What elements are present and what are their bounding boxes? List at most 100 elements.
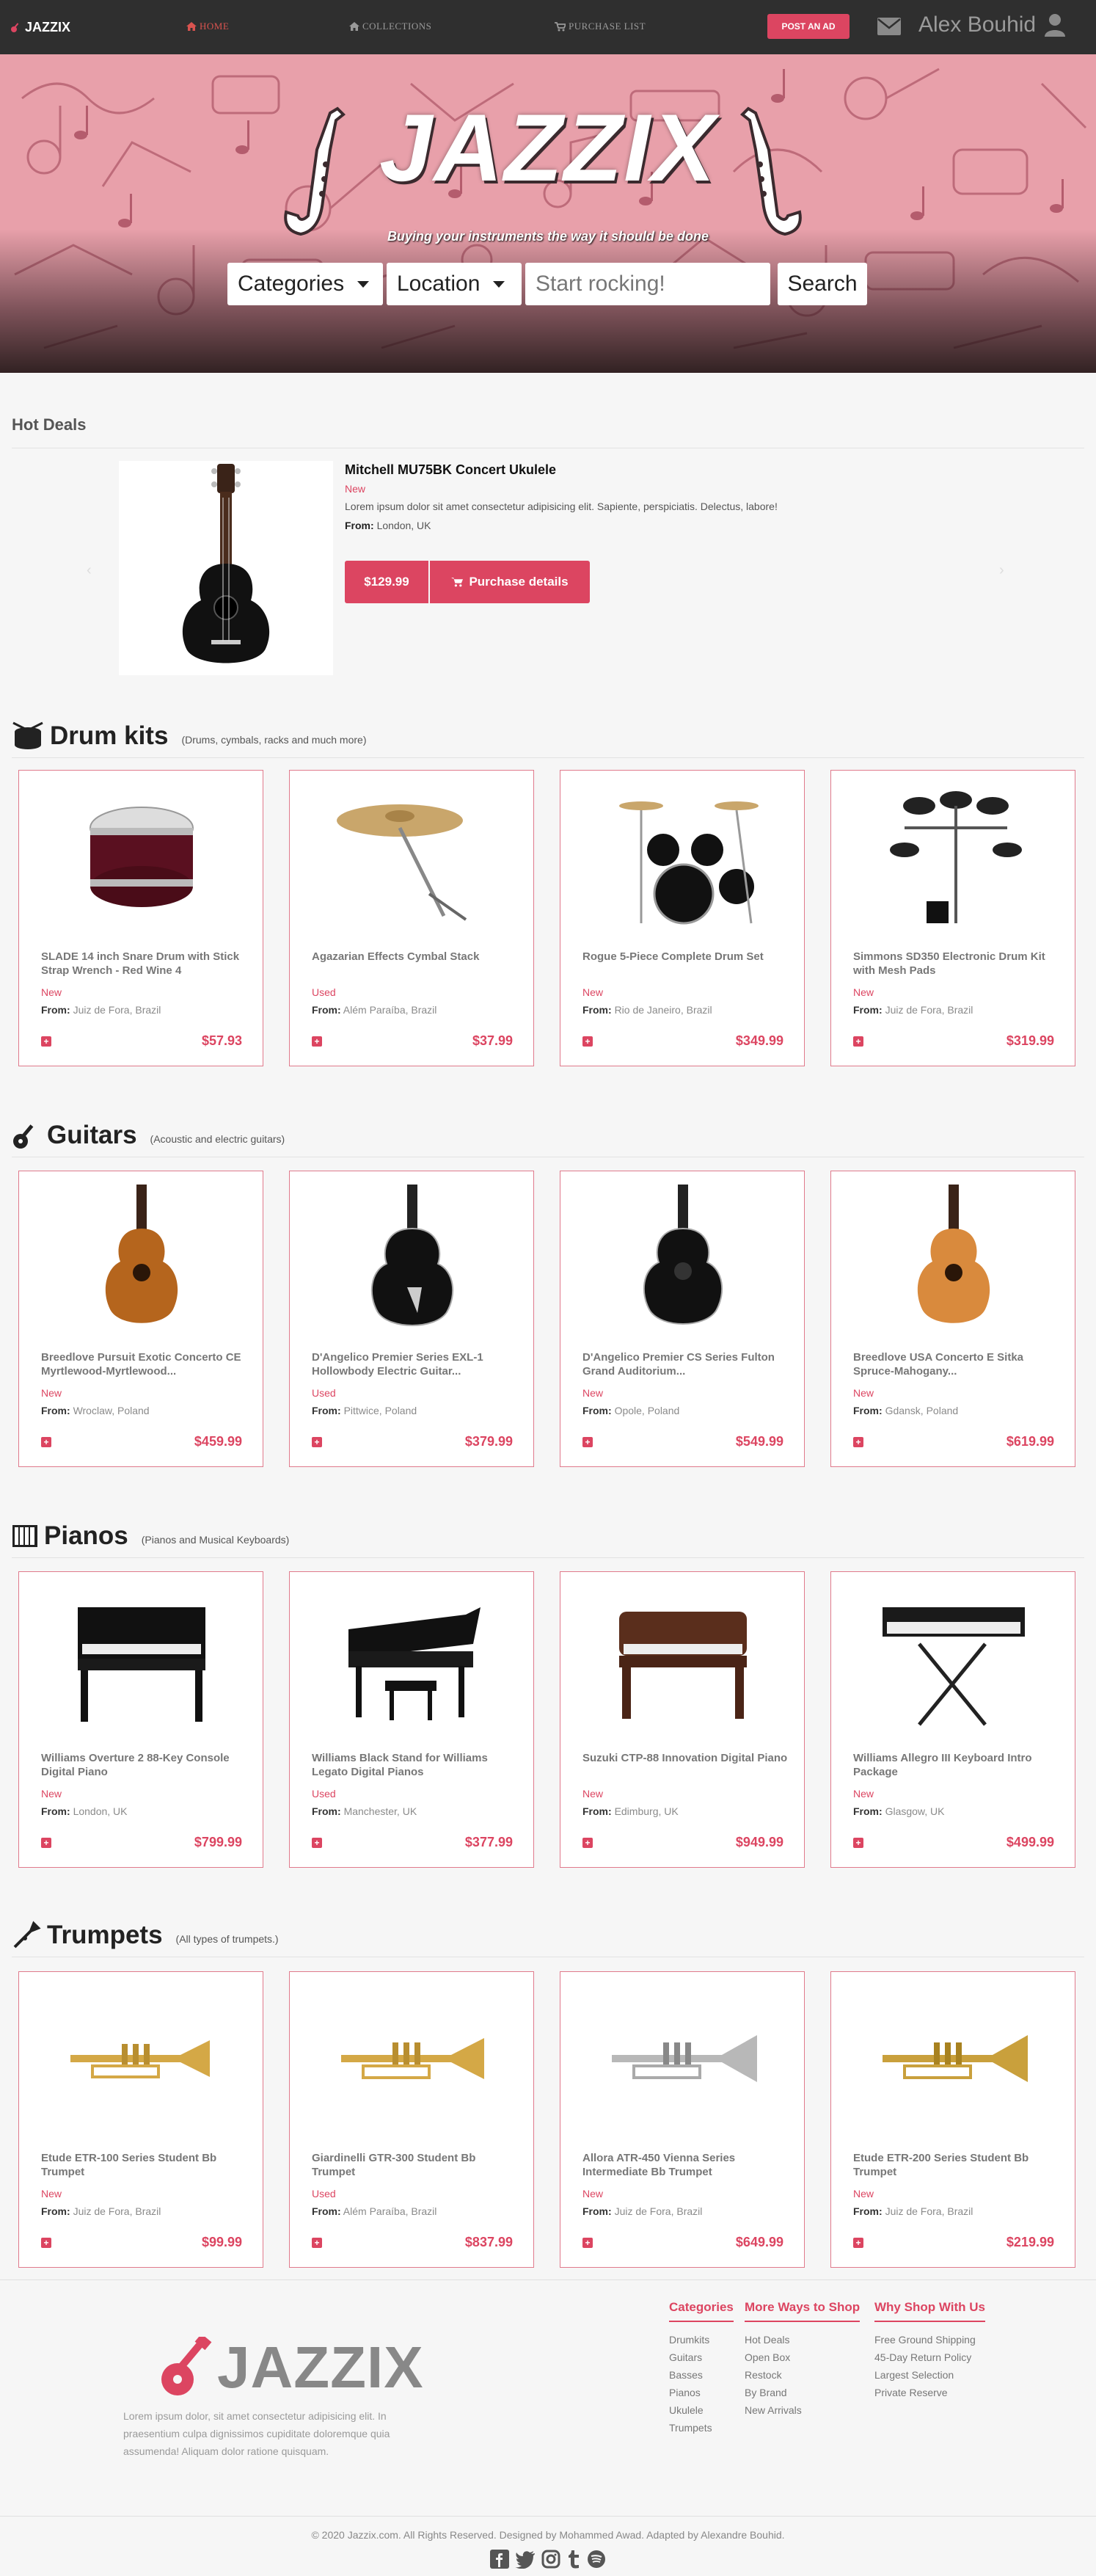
product-card[interactable]: Suzuki CTP-88 Innovation Digital Piano N… xyxy=(560,1571,805,1868)
nav-collections[interactable]: COLLECTIONS xyxy=(349,21,431,32)
product-condition: Used xyxy=(312,986,336,998)
social-links xyxy=(490,2550,612,2572)
add-icon[interactable]: + xyxy=(582,1838,593,1848)
add-icon[interactable]: + xyxy=(41,2238,51,2248)
mail-icon[interactable] xyxy=(877,18,901,39)
product-price: $499.99 xyxy=(1006,1835,1054,1849)
footer-column-shop: More Ways to Shop Hot Deals Open Box Res… xyxy=(745,2300,861,2419)
product-condition: New xyxy=(582,1788,604,1800)
add-icon[interactable]: + xyxy=(312,1036,322,1047)
spotify-icon[interactable] xyxy=(587,2550,606,2572)
hot-deal-condition: New xyxy=(345,483,366,495)
product-name: Williams Allegro III Keyboard Intro Pack… xyxy=(853,1752,1032,1778)
add-icon[interactable]: + xyxy=(582,1437,593,1447)
footer-link[interactable]: Hot Deals xyxy=(745,2331,860,2348)
footer-link[interactable]: New Arrivals xyxy=(745,2401,860,2419)
from-label: From: xyxy=(41,1805,70,1817)
product-card[interactable]: Williams Overture 2 88-Key Console Digit… xyxy=(18,1571,263,1868)
add-icon[interactable]: + xyxy=(41,1838,51,1848)
footer-column-title: More Ways to Shop xyxy=(745,2300,861,2322)
user-menu[interactable]: Alex Bouhid xyxy=(918,12,1066,37)
from-label: From: xyxy=(41,2205,70,2217)
tumblr-icon[interactable] xyxy=(566,2550,581,2572)
carousel-next-icon[interactable]: › xyxy=(999,562,1004,579)
add-icon[interactable]: + xyxy=(853,1838,863,1848)
product-price: $459.99 xyxy=(194,1434,242,1449)
facebook-icon[interactable] xyxy=(490,2550,509,2572)
product-card[interactable]: Rogue 5-Piece Complete Drum Set New From… xyxy=(560,770,805,1066)
add-icon[interactable]: + xyxy=(41,1036,51,1047)
footer-link[interactable]: Ukulele xyxy=(669,2401,734,2419)
product-name: Breedlove Pursuit Exotic Concerto CE Myr… xyxy=(41,1351,241,1378)
product-card[interactable]: Etude ETR-100 Series Student Bb Trumpet … xyxy=(18,1971,263,2268)
from-label: From: xyxy=(312,2205,341,2217)
from-label: From: xyxy=(582,1405,612,1416)
add-icon[interactable]: + xyxy=(582,1036,593,1047)
footer-link[interactable]: Free Ground Shipping xyxy=(874,2331,985,2348)
footer-logo[interactable]: JAZZIX xyxy=(158,2334,424,2401)
hot-deal-price[interactable]: $129.99 xyxy=(345,561,428,603)
footer-link[interactable]: Pianos xyxy=(669,2384,734,2401)
footer-link[interactable]: 45-Day Return Policy xyxy=(874,2348,985,2366)
guitar-logo-icon xyxy=(11,23,19,32)
instagram-icon[interactable] xyxy=(541,2550,560,2572)
section-title: Pianos xyxy=(44,1521,128,1550)
product-location: From: Juiz de Fora, Brazil xyxy=(41,1004,161,1016)
footer-link[interactable]: By Brand xyxy=(745,2384,860,2401)
search-input[interactable]: Start rocking! xyxy=(525,263,770,305)
add-icon[interactable]: + xyxy=(41,1437,51,1447)
trumpet-icon xyxy=(612,2035,757,2082)
brand-logo[interactable]: JAZZIX xyxy=(10,18,70,37)
product-card[interactable]: Etude ETR-200 Series Student Bb Trumpet … xyxy=(830,1971,1075,2268)
nav-home[interactable]: HOME xyxy=(186,21,229,32)
footer-link[interactable]: Private Reserve xyxy=(874,2384,985,2401)
location-dropdown[interactable]: Location xyxy=(387,263,522,305)
nav-purchase-list[interactable]: PURCHASE LIST xyxy=(555,21,646,32)
ukulele-icon xyxy=(182,464,270,663)
add-icon[interactable]: + xyxy=(312,1437,322,1447)
product-card[interactable]: Agazarian Effects Cymbal Stack Used From… xyxy=(289,770,534,1066)
product-condition: New xyxy=(853,986,874,998)
product-card[interactable]: D'Angelico Premier Series EXL-1 Hollowbo… xyxy=(289,1171,534,1467)
product-name: Etude ETR-200 Series Student Bb Trumpet xyxy=(853,2152,1029,2178)
product-card[interactable]: SLADE 14 inch Snare Drum with Stick Stra… xyxy=(18,770,263,1066)
product-condition: New xyxy=(41,1788,62,1800)
add-icon[interactable]: + xyxy=(853,1437,863,1447)
from-label: From: xyxy=(582,1805,612,1817)
product-from: Opole, Poland xyxy=(614,1405,680,1416)
footer-link[interactable]: Guitars xyxy=(669,2348,734,2366)
product-from: Juiz de Fora, Brazil xyxy=(614,2205,703,2217)
product-card[interactable]: Allora ATR-450 Vienna Series Intermediat… xyxy=(560,1971,805,2268)
hot-deal-description: Lorem ipsum dolor sit amet consectetur a… xyxy=(345,501,778,512)
add-icon[interactable]: + xyxy=(853,1036,863,1047)
footer-link[interactable]: Drumkits xyxy=(669,2331,734,2348)
product-price: $349.99 xyxy=(735,1033,783,1048)
hero-title: JAZZIX xyxy=(379,94,717,201)
categories-dropdown[interactable]: Categories xyxy=(227,263,383,305)
search-button[interactable]: Search xyxy=(778,263,867,305)
footer-link[interactable]: Basses xyxy=(669,2366,734,2384)
carousel-prev-icon[interactable]: ‹ xyxy=(87,562,92,579)
product-card[interactable]: Giardinelli GTR-300 Student Bb Trumpet U… xyxy=(289,1971,534,2268)
add-icon[interactable]: + xyxy=(312,1838,322,1848)
product-condition: New xyxy=(853,1788,874,1800)
footer-link[interactable]: Trumpets xyxy=(669,2419,734,2437)
footer-link[interactable]: Restock xyxy=(745,2366,860,2384)
add-icon[interactable]: + xyxy=(582,2238,593,2248)
product-card[interactable]: Breedlove USA Concerto E Sitka Spruce-Ma… xyxy=(830,1171,1075,1467)
product-card[interactable]: Simmons SD350 Electronic Drum Kit with M… xyxy=(830,770,1075,1066)
product-card[interactable]: Williams Black Stand for Williams Legato… xyxy=(289,1571,534,1868)
hot-deal-name[interactable]: Mitchell MU75BK Concert Ukulele xyxy=(345,462,556,478)
add-icon[interactable]: + xyxy=(312,2238,322,2248)
add-icon[interactable]: + xyxy=(853,2238,863,2248)
product-card[interactable]: Breedlove Pursuit Exotic Concerto CE Myr… xyxy=(18,1171,263,1467)
post-ad-button[interactable]: POST AN AD xyxy=(767,14,850,39)
footer-link[interactable]: Largest Selection xyxy=(874,2366,985,2384)
footer-link[interactable]: Open Box xyxy=(745,2348,860,2366)
hot-deal-image[interactable] xyxy=(119,461,333,675)
twitter-icon[interactable] xyxy=(515,2550,536,2572)
trumpet-icon xyxy=(70,2040,210,2078)
purchase-details-button[interactable]: Purchase details xyxy=(430,561,590,603)
product-card[interactable]: D'Angelico Premier CS Series Fulton Gran… xyxy=(560,1171,805,1467)
product-card[interactable]: Williams Allegro III Keyboard Intro Pack… xyxy=(830,1571,1075,1868)
